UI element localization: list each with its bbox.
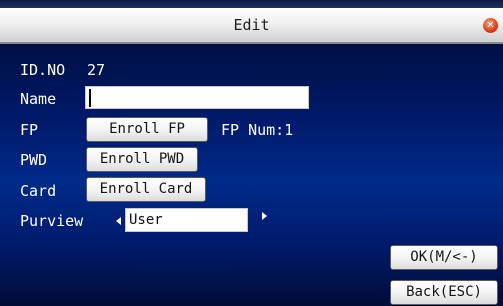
enroll-fp-button[interactable]: Enroll FP bbox=[86, 117, 208, 142]
enroll-pwd-button[interactable]: Enroll PWD bbox=[86, 147, 198, 172]
back-button[interactable]: Back(ESC) bbox=[390, 280, 498, 305]
pwd-label: PWD bbox=[20, 151, 48, 169]
arrow-left-icon[interactable] bbox=[116, 217, 121, 225]
enroll-card-button[interactable]: Enroll Card bbox=[86, 177, 206, 202]
text-cursor bbox=[89, 89, 91, 107]
edit-screen: Edit ✕ ID.NO 27 Name FP Enroll FP FP Num… bbox=[0, 0, 503, 306]
purview-select[interactable]: User bbox=[125, 208, 248, 232]
name-input[interactable] bbox=[85, 86, 309, 109]
window-title: Edit bbox=[233, 16, 270, 34]
arrow-right-icon[interactable] bbox=[262, 212, 267, 220]
name-label: Name bbox=[20, 90, 57, 108]
fp-num: FP Num:1 bbox=[221, 121, 294, 139]
top-strip bbox=[0, 0, 503, 8]
purview-label: Purview bbox=[20, 212, 84, 230]
card-label: Card bbox=[20, 182, 57, 200]
close-icon[interactable]: ✕ bbox=[483, 18, 498, 33]
title-bar: Edit ✕ bbox=[0, 8, 503, 44]
fp-label: FP bbox=[20, 121, 39, 139]
id-label: ID.NO bbox=[20, 61, 66, 79]
id-value: 27 bbox=[87, 61, 106, 79]
ok-button[interactable]: OK(M/<-) bbox=[390, 245, 498, 270]
